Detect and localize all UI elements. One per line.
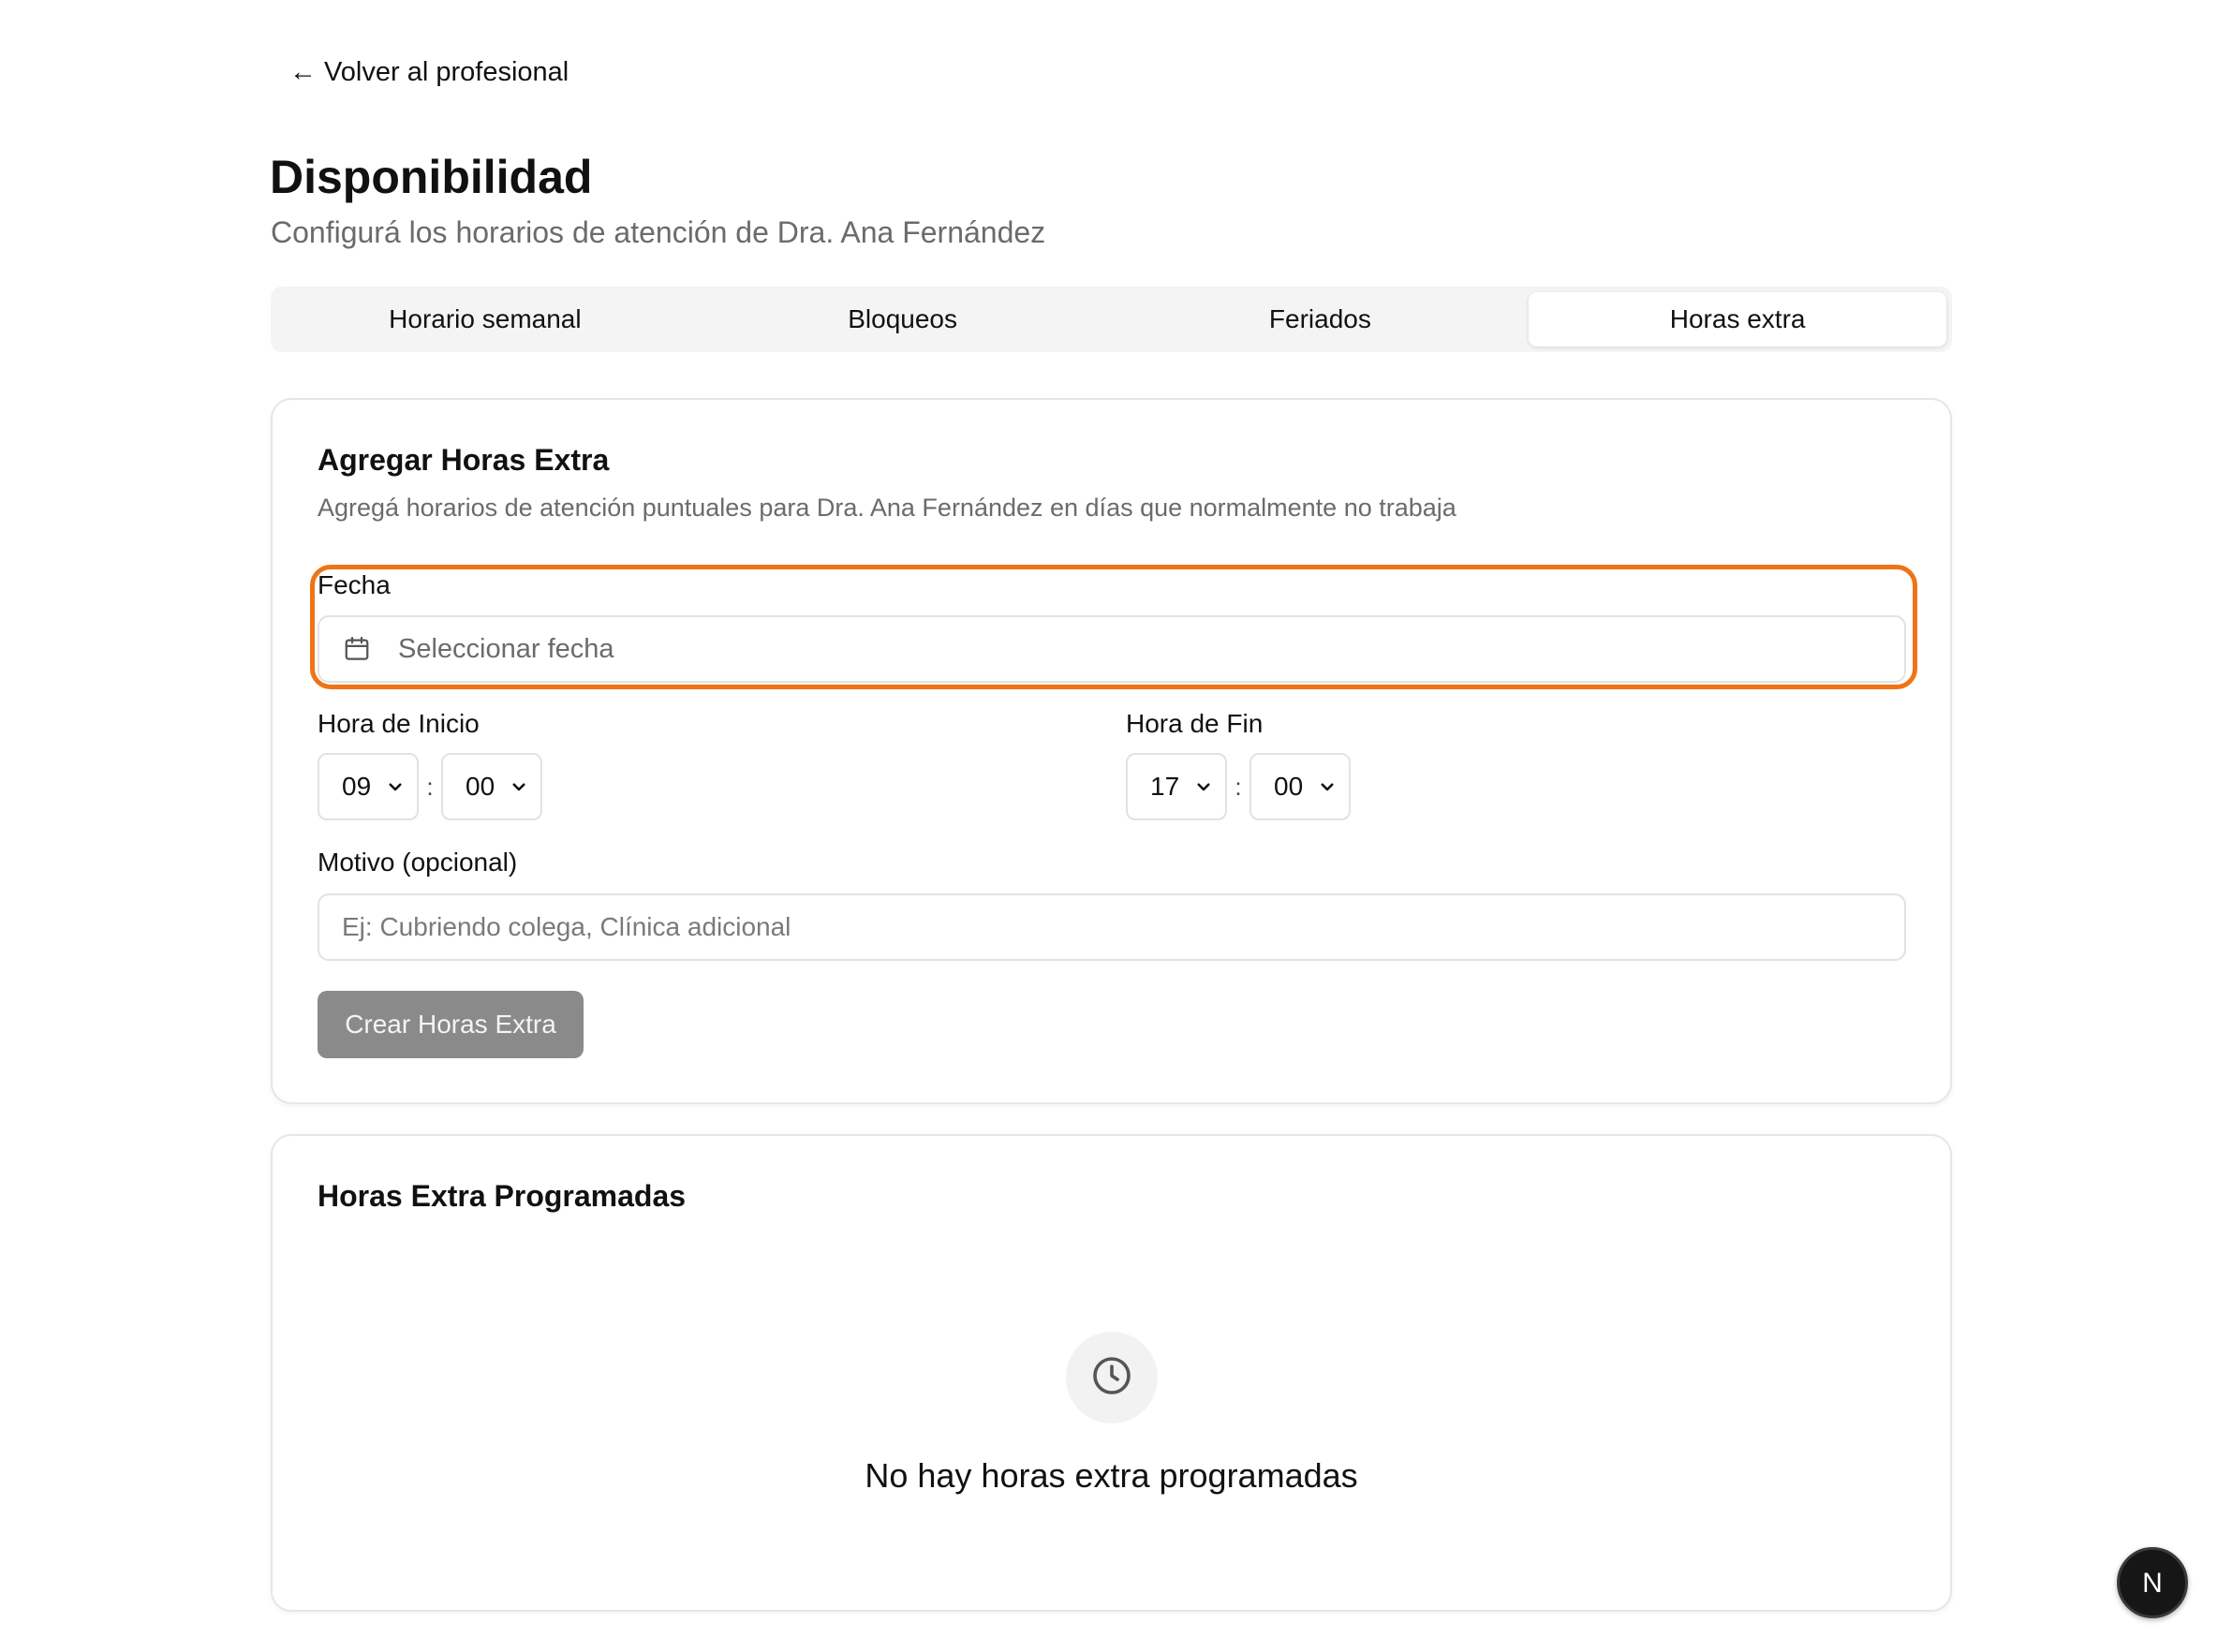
add-extra-hours-card: Agregar Horas Extra Agregá horarios de a…	[271, 398, 1952, 1104]
start-hour-value: 09	[342, 772, 372, 801]
chevron-down-icon	[387, 778, 404, 795]
tabs-bar: Horario semanal Bloqueos Feriados Horas …	[271, 287, 1952, 352]
start-minute-select[interactable]: 00	[441, 753, 542, 820]
card-description: Agregá horarios de atención puntuales pa…	[318, 494, 1456, 522]
time-separator: :	[1235, 772, 1242, 801]
chevron-down-icon	[1195, 778, 1212, 795]
tab-feriados[interactable]: Feriados	[1112, 292, 1530, 347]
end-minute-value: 00	[1274, 772, 1304, 801]
chevron-down-icon	[510, 778, 527, 795]
start-time-group: 09 : 00	[318, 753, 542, 820]
create-extra-hours-button[interactable]: Crear Horas Extra	[318, 991, 584, 1058]
start-minute-value: 00	[466, 772, 495, 801]
clock-icon	[1089, 1353, 1134, 1403]
start-hour-select[interactable]: 09	[318, 753, 419, 820]
end-minute-select[interactable]: 00	[1249, 753, 1351, 820]
empty-state-text: No hay horas extra programadas	[865, 1456, 1358, 1495]
start-time-label: Hora de Inicio	[318, 709, 480, 738]
card-title: Agregar Horas Extra	[318, 443, 610, 477]
tab-horario-semanal[interactable]: Horario semanal	[276, 292, 694, 347]
svg-text:N: N	[2142, 1568, 2163, 1599]
reason-input[interactable]	[318, 893, 1906, 961]
time-separator: :	[426, 772, 434, 801]
calendar-icon	[342, 634, 372, 664]
date-placeholder: Seleccionar fecha	[398, 633, 614, 664]
date-label: Fecha	[318, 570, 391, 599]
tab-horas-extra[interactable]: Horas extra	[1529, 292, 1946, 347]
empty-state-icon-wrap	[1066, 1332, 1158, 1423]
end-hour-select[interactable]: 17	[1126, 753, 1227, 820]
end-time-label: Hora de Fin	[1126, 709, 1264, 738]
page: ← Volver al profesional Disponibilidad C…	[0, 0, 2218, 1652]
end-time-group: 17 : 00	[1126, 753, 1351, 820]
end-hour-value: 17	[1150, 772, 1180, 801]
page-subtitle: Configurá los horarios de atención de Dr…	[271, 215, 1046, 249]
scheduled-title: Horas Extra Programadas	[318, 1179, 687, 1213]
scheduled-extra-hours-card: Horas Extra Programadas No hay horas ext…	[271, 1134, 1952, 1612]
n-logo-icon: N	[2142, 1568, 2163, 1599]
tab-bloqueos[interactable]: Bloqueos	[694, 292, 1112, 347]
nextjs-dev-button[interactable]: N	[2117, 1547, 2188, 1618]
page-title: Disponibilidad	[270, 151, 593, 203]
chevron-down-icon	[1319, 778, 1336, 795]
back-link[interactable]: ← Volver al profesional	[289, 57, 569, 88]
date-picker-field[interactable]: Seleccionar fecha	[318, 615, 1906, 683]
reason-label: Motivo (opcional)	[318, 848, 518, 877]
